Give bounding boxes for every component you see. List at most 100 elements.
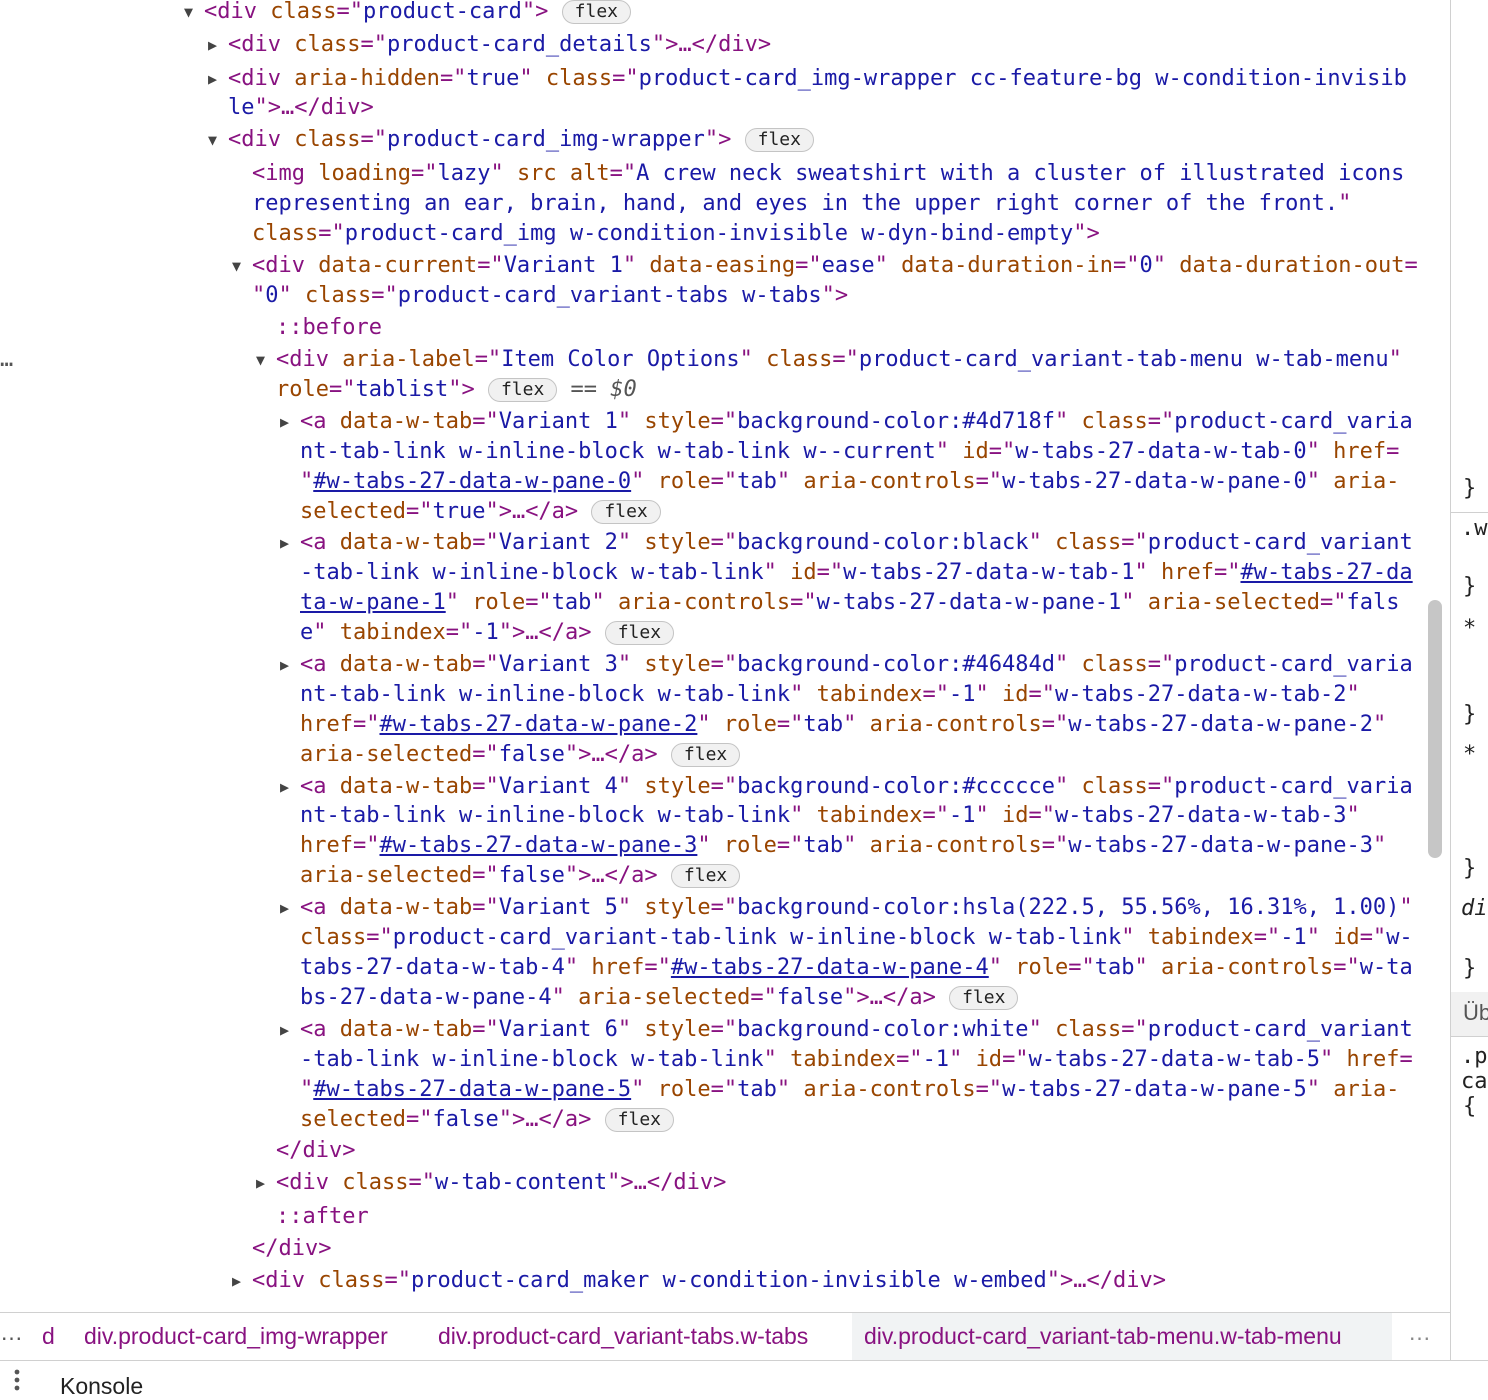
expand-triangle-closed-icon[interactable]: ▶ (256, 1168, 265, 1198)
tag-token: =" (612, 66, 639, 91)
attr-name: selected (300, 1107, 406, 1132)
selected-node-ellipsis[interactable]: … (0, 345, 13, 375)
breadcrumb-item-img-wrapper[interactable]: div.product-card_img-wrapper (84, 1323, 388, 1350)
tag-token: " (697, 833, 724, 858)
node-markup: "#w-tabs-27-data-w-pane-0" role="tab" ar… (300, 467, 1399, 497)
elements-scrollbar-thumb[interactable] (1428, 600, 1442, 858)
attr-name: href (1346, 1047, 1400, 1072)
attr-value: Variant 6 (498, 1017, 618, 1042)
attr-link[interactable]: #w-tabs-27-da (1240, 560, 1412, 585)
tag-token: " (975, 803, 1003, 828)
tag-token: =" (795, 253, 822, 278)
attr-name: tabindex (816, 682, 923, 707)
tag-token: " (519, 66, 546, 91)
attr-link[interactable]: #w-tabs-27-data-w-pane-0 (313, 469, 631, 494)
node-markup: </div> (276, 1136, 355, 1166)
flex-badge[interactable]: flex (670, 864, 741, 888)
expand-triangle-closed-icon[interactable]: ▶ (280, 772, 289, 802)
tag-token: " (1134, 955, 1162, 980)
attr-name: role (276, 377, 329, 402)
tag-token: <a (300, 652, 340, 677)
node-markup: "#w-tabs-27-data-w-pane-5" role="tab" ar… (300, 1075, 1399, 1105)
attr-name: aria-controls (1161, 955, 1334, 980)
flex-badge[interactable]: flex (561, 0, 632, 24)
node-markup: <div data-current="Variant 1" data-easin… (252, 251, 1418, 281)
flex-badge[interactable]: flex (591, 500, 661, 524)
attr-name: tabindex (816, 803, 923, 828)
breadcrumb-scroll-right[interactable]: … (1408, 1319, 1431, 1346)
tag-token: " (1306, 925, 1334, 950)
tag-token: =" (408, 1170, 435, 1195)
attr-value: 0 (265, 283, 279, 308)
flex-badge[interactable]: flex (487, 378, 558, 402)
tag-token: " (1055, 409, 1082, 434)
expand-triangle-closed-icon[interactable]: ▶ (208, 64, 217, 94)
attr-name: src alt (516, 161, 610, 186)
tag-token: =" (360, 127, 387, 152)
attr-value: Variant 1 (498, 409, 618, 434)
attr-link[interactable]: ta-w-pane-1 (300, 590, 446, 615)
tag-token: = (1386, 439, 1400, 464)
attr-name: style (644, 409, 711, 434)
attr-value: -1 (1280, 925, 1307, 950)
attr-value: -tab-link w-inline-block w-tab-link (300, 1047, 764, 1072)
pseudo-element: ::before (276, 315, 382, 340)
tag-token: <div (228, 127, 295, 152)
expand-triangle-closed-icon[interactable]: ▶ (280, 407, 289, 437)
tag-token: ">…</a> (564, 742, 658, 767)
attr-value: w-tabs-27-data-w-pane-3 (1068, 833, 1373, 858)
flex-badge[interactable]: flex (604, 621, 675, 645)
attr-link[interactable]: #w-tabs-27-data-w-pane-5 (313, 1077, 631, 1102)
breadcrumb-scroll-left[interactable]: … (0, 1319, 23, 1346)
attr-link[interactable]: #w-tabs-27-data-w-pane-2 (379, 712, 697, 737)
attr-name: loading (318, 161, 411, 186)
attr-link[interactable]: #w-tabs-27-data-w-pane-4 (671, 955, 989, 980)
tag-token: ">…</div> (1046, 1268, 1166, 1293)
expand-triangle-closed-icon[interactable]: ▶ (280, 893, 289, 923)
flex-badge[interactable]: flex (744, 128, 814, 152)
breadcrumb-item-div[interactable]: d (42, 1323, 55, 1350)
tag-token: =" (975, 1077, 1003, 1102)
expand-triangle-open-icon[interactable]: ▼ (184, 0, 193, 27)
flex-badge[interactable]: flex (670, 743, 741, 767)
tag-token: " (278, 283, 305, 308)
attr-name: href (300, 712, 353, 737)
breadcrumb-item-variant-tabs[interactable]: div.product-card_variant-tabs.w-tabs (438, 1323, 808, 1350)
attr-name: class (270, 0, 337, 24)
node-markup: aria-selected="false">…</a> flex (300, 861, 741, 891)
expand-triangle-open-icon[interactable]: ▼ (208, 125, 217, 155)
node-markup: <a data-w-tab="Variant 3" style="backgro… (300, 650, 1413, 680)
tag-token: =" (371, 283, 398, 308)
tag-token: =" (922, 682, 950, 707)
tag-token: ">…</a> (564, 863, 658, 888)
flex-badge[interactable]: flex (949, 986, 1019, 1010)
attr-value: background-color:black (737, 530, 1029, 555)
flex-badge[interactable]: flex (604, 1108, 675, 1132)
attr-name: aria-controls (803, 469, 976, 494)
attr-link[interactable]: #w-tabs-27-data-w-pane-3 (379, 833, 697, 858)
styles-pane[interactable]: } .w} *} *} di} Üb .pca{ (1450, 0, 1488, 1360)
node-markup: e" tabindex="-1">…</a> flex (300, 618, 675, 648)
tag-token: =" (405, 499, 433, 524)
expand-triangle-closed-icon[interactable]: ▶ (208, 30, 217, 60)
breadcrumb-item-variant-tab-menu[interactable]: div.product-card_variant-tab-menu.w-tab-… (864, 1323, 1342, 1350)
expand-triangle-closed-icon[interactable]: ▶ (280, 650, 289, 680)
attr-value: w-tabs-27-data-w-tab-1 (843, 560, 1135, 585)
tag-token: =" (710, 409, 738, 434)
attr-name: style (644, 895, 711, 920)
elements-tree[interactable]: ▼ <div class="product-card"> flex ▶ <div cl… (0, 0, 1420, 1312)
node-markup: "0" class="product-card_variant-tabs w-t… (252, 281, 848, 311)
expand-triangle-closed-icon[interactable]: ▶ (232, 1266, 241, 1296)
attr-value: true (466, 66, 520, 91)
expand-triangle-open-icon[interactable]: ▼ (232, 251, 241, 281)
attr-name: data-current (318, 253, 478, 278)
tab-konsole[interactable]: Konsole (60, 1373, 143, 1400)
expand-triangle-closed-icon[interactable]: ▶ (280, 1015, 289, 1045)
tag-token: " (252, 283, 266, 308)
attr-name: class (305, 283, 372, 308)
vertical-dots-icon[interactable] (12, 1367, 22, 1393)
expand-triangle-closed-icon[interactable]: ▶ (280, 528, 289, 558)
attr-value: tablist (355, 377, 449, 402)
expand-triangle-open-icon[interactable]: ▼ (256, 345, 265, 375)
tag-token: = (1404, 253, 1418, 278)
